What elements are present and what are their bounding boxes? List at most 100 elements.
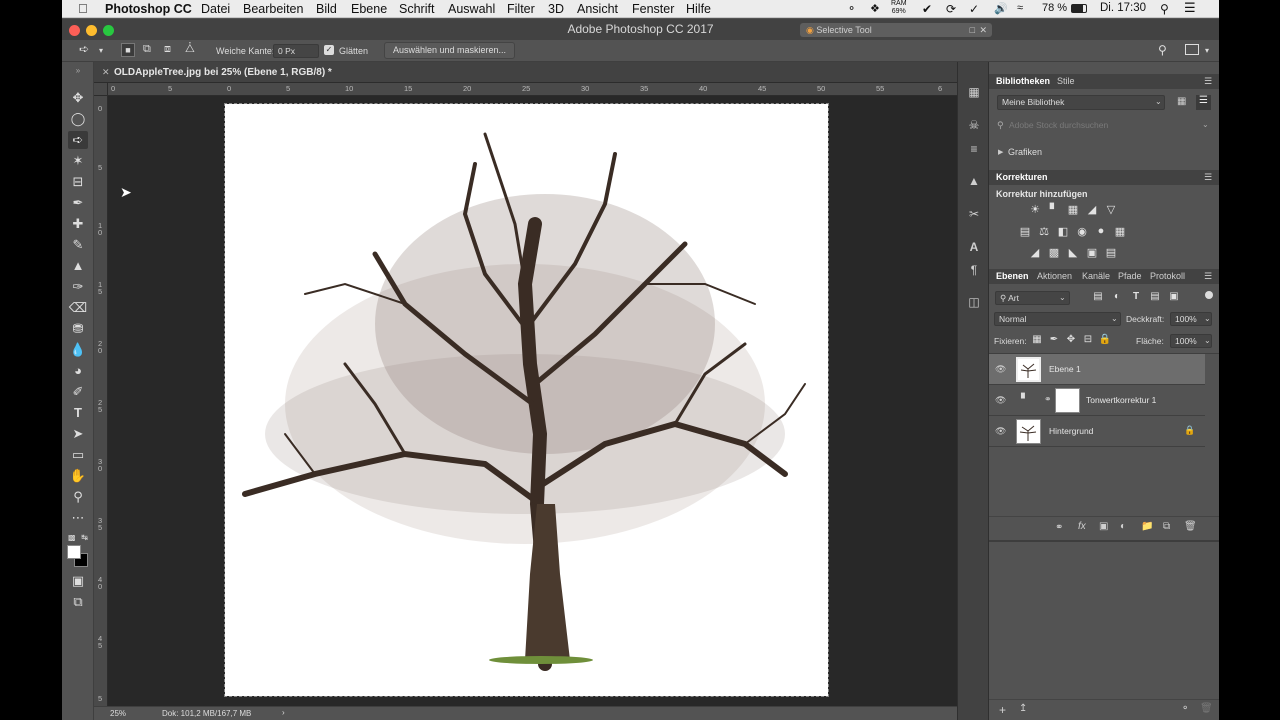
hue-saturation-icon[interactable]: ▤ bbox=[1018, 225, 1032, 238]
ram-indicator[interactable]: RAM 69% bbox=[891, 0, 907, 16]
adjustment-layer-icon[interactable]: ◐ bbox=[1120, 521, 1126, 532]
layer-row[interactable]: 👁 ▘ ⚭ Tonwertkorrektur 1 bbox=[989, 385, 1205, 416]
close-document-icon[interactable]: ✕ bbox=[102, 67, 110, 78]
list-view-icon[interactable]: ☰ bbox=[1196, 95, 1211, 110]
vertical-ruler[interactable]: 0 5 1 0 1 5 2 0 2 5 3 0 3 5 4 0 4 5 5 bbox=[94, 96, 108, 706]
menu-fenster[interactable]: Fenster bbox=[632, 2, 674, 16]
blur-tool-icon[interactable]: 💧 bbox=[68, 341, 88, 359]
lock-pixels-icon[interactable]: ✒ bbox=[1047, 334, 1061, 345]
subtract-from-selection-icon[interactable]: ⧈ bbox=[164, 43, 171, 56]
layer-row[interactable]: 👁 Ebene 1 bbox=[989, 354, 1205, 385]
panel-menu-icon[interactable]: ☰ bbox=[1204, 76, 1212, 87]
creative-cloud-icon[interactable]: ⚬ bbox=[1181, 703, 1189, 714]
document-canvas[interactable] bbox=[224, 103, 829, 697]
new-selection-icon[interactable]: ■ bbox=[121, 43, 135, 57]
new-group-icon[interactable]: 📁 bbox=[1141, 521, 1153, 532]
select-and-mask-button[interactable]: Auswählen und maskieren... bbox=[384, 42, 516, 59]
dropbox-icon[interactable]: ❖ bbox=[870, 2, 880, 15]
eraser-icon[interactable]: ⌫ bbox=[68, 299, 88, 317]
type-tool-icon[interactable]: T bbox=[68, 404, 88, 422]
layer-name[interactable]: Tonwertkorrektur 1 bbox=[1086, 395, 1156, 405]
lasso-tool-icon[interactable]: ➪ bbox=[68, 131, 88, 149]
tab-layers[interactable]: Ebenen bbox=[996, 271, 1029, 281]
filter-adjustment-icon[interactable]: ◐ bbox=[1110, 291, 1124, 302]
clock[interactable]: Di. 17:30 bbox=[1100, 2, 1146, 14]
intersect-selection-icon[interactable]: ⧊ bbox=[185, 43, 195, 56]
tab-paths[interactable]: Pfade bbox=[1118, 271, 1142, 281]
creative-cloud-icon[interactable]: ⚬ bbox=[847, 2, 856, 15]
gradient-map-icon[interactable]: ▤ bbox=[1104, 246, 1118, 259]
close-window-button[interactable] bbox=[69, 25, 80, 36]
lock-all-icon[interactable]: 🔒 bbox=[1098, 334, 1112, 345]
visibility-eye-icon[interactable]: 👁 bbox=[995, 364, 1006, 375]
delete-layer-icon[interactable]: 🗑 bbox=[1184, 521, 1197, 532]
link-layers-icon[interactable]: ⚭ bbox=[1055, 522, 1063, 533]
sync-icon[interactable]: ⟳ bbox=[946, 2, 956, 16]
add-to-selection-icon[interactable]: ⧉ bbox=[143, 43, 151, 56]
menu-bild[interactable]: Bild bbox=[316, 2, 337, 16]
levels-icon[interactable]: ▘ bbox=[1047, 203, 1061, 216]
path-selection-icon[interactable]: ➤ bbox=[68, 425, 88, 443]
invert-icon[interactable]: ◢ bbox=[1028, 246, 1042, 259]
visibility-eye-icon[interactable]: 👁 bbox=[995, 426, 1006, 437]
soft-edge-input[interactable]: 0 Px bbox=[273, 44, 319, 58]
menu-schrift[interactable]: Schrift bbox=[399, 2, 434, 16]
add-mask-icon[interactable]: ▣ bbox=[1099, 521, 1108, 532]
script-icon[interactable]: ✔ bbox=[922, 2, 932, 16]
more-tools-icon[interactable]: ⋯ bbox=[68, 509, 88, 527]
chevron-down-icon[interactable]: ▾ bbox=[99, 46, 103, 55]
new-layer-icon[interactable]: ⧉ bbox=[1163, 521, 1170, 532]
lasso-preset-icon[interactable]: ➪ bbox=[79, 42, 89, 56]
3d-icon[interactable]: ◫ bbox=[966, 294, 982, 310]
brush-tool-icon[interactable]: ✎ bbox=[68, 236, 88, 254]
eyedropper-icon[interactable]: ✒ bbox=[68, 194, 88, 212]
menu-filter[interactable]: Filter bbox=[507, 2, 535, 16]
minimize-window-button[interactable] bbox=[86, 25, 97, 36]
menu-3d[interactable]: 3D bbox=[548, 2, 564, 16]
tab-history[interactable]: Protokoll bbox=[1150, 271, 1185, 281]
layer-name[interactable]: Ebene 1 bbox=[1049, 364, 1081, 374]
menu-ansicht[interactable]: Ansicht bbox=[577, 2, 618, 16]
menu-ebene[interactable]: Ebene bbox=[351, 2, 387, 16]
menu-hilfe[interactable]: Hilfe bbox=[686, 2, 711, 16]
wifi-check-icon[interactable]: ✓ bbox=[969, 2, 979, 16]
panel-close-icon[interactable]: ✕ bbox=[979, 23, 987, 37]
chevron-right-icon[interactable]: › bbox=[282, 708, 285, 717]
volume-icon[interactable]: 🔊 bbox=[994, 2, 1008, 15]
black-white-icon[interactable]: ◧ bbox=[1056, 225, 1070, 238]
graphics-group[interactable]: Grafiken bbox=[1008, 147, 1042, 157]
chevron-down-icon[interactable]: ⌄ bbox=[1202, 120, 1209, 129]
wifi-icon[interactable]: ≈ bbox=[1017, 2, 1023, 14]
selective-tool-panel[interactable]: ◉ Selective Tool □ ✕ bbox=[800, 23, 992, 37]
chevron-down-icon[interactable]: ⌄ bbox=[1111, 314, 1118, 323]
character-icon[interactable]: A bbox=[966, 239, 982, 255]
crop-tool-icon[interactable]: ⊟ bbox=[68, 173, 88, 191]
ruler-origin[interactable] bbox=[94, 83, 108, 96]
expand-arrow-icon[interactable]: ▶ bbox=[998, 148, 1003, 156]
threshold-icon[interactable]: ◣ bbox=[1066, 246, 1080, 259]
apple-icon[interactable]:  bbox=[78, 1, 88, 16]
search-icon[interactable]: ⚲ bbox=[1158, 43, 1167, 57]
zoom-level[interactable]: 25% bbox=[110, 709, 126, 718]
tool-presets-icon[interactable]: ☠ bbox=[966, 117, 982, 133]
selective-color-icon[interactable]: ▣ bbox=[1085, 246, 1099, 259]
blend-mode-select[interactable]: Normal bbox=[994, 312, 1121, 326]
corrections-title[interactable]: Korrekturen bbox=[996, 172, 1048, 182]
pen-tool-icon[interactable]: ✐ bbox=[68, 383, 88, 401]
chevron-down-icon[interactable]: ⌄ bbox=[1204, 336, 1211, 345]
color-balance-icon[interactable]: ⚖ bbox=[1037, 225, 1051, 238]
menu-app-name[interactable]: Photoshop CC bbox=[105, 2, 192, 16]
exposure-icon[interactable]: ◢ bbox=[1085, 203, 1099, 216]
stamp-tool-icon[interactable]: ▲ bbox=[68, 257, 88, 275]
curves-icon[interactable]: ▦ bbox=[1066, 203, 1080, 216]
brush-settings-icon[interactable]: ✂ bbox=[966, 206, 982, 222]
vibrance-icon[interactable]: ▽ bbox=[1104, 203, 1118, 216]
notification-center-icon[interactable]: ☰ bbox=[1184, 0, 1196, 16]
document-tab-title[interactable]: OLDAppleTree.jpg bei 25% (Ebene 1, RGB/8… bbox=[114, 67, 332, 78]
horizontal-ruler[interactable]: 0 5 0 5 10 15 20 25 30 35 40 45 50 55 6 bbox=[108, 83, 957, 96]
photo-filter-icon[interactable]: ◉ bbox=[1075, 225, 1089, 238]
history-brush-icon[interactable]: ✑ bbox=[68, 278, 88, 296]
smooth-checkbox[interactable]: ✓ bbox=[324, 45, 334, 55]
dodge-tool-icon[interactable]: ◕ bbox=[68, 362, 88, 380]
quick-mask-icon[interactable]: ▣ bbox=[68, 572, 88, 590]
